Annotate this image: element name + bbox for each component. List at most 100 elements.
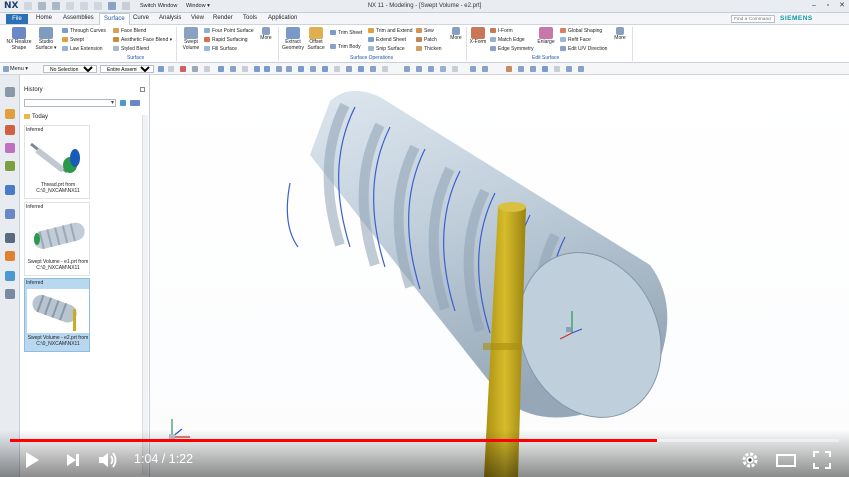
section-view-icon[interactable] (470, 66, 476, 72)
history-item-selected[interactable]: Inferred Swept Volume - e2.prt from C:\0_… (24, 278, 90, 352)
system-scenes-icon[interactable] (5, 289, 15, 299)
graphics-viewport[interactable] (150, 75, 849, 477)
history-item[interactable]: Inferred Swept Volume - e1.prt from C:\0_… (24, 202, 90, 276)
render-style-icon[interactable] (452, 66, 458, 72)
orient-view-icon[interactable] (440, 66, 446, 72)
x-form-button[interactable]: X-Form (469, 27, 487, 46)
swept-button[interactable]: Swept (62, 37, 84, 43)
snap-quadrant-icon[interactable] (346, 66, 352, 72)
fullscreen-icon[interactable] (812, 450, 832, 470)
fill-surface-button[interactable]: Fill Surface (204, 46, 237, 52)
extend-sheet-button[interactable]: Extend Sheet (368, 37, 406, 43)
layer-icon[interactable] (482, 66, 488, 72)
trim-body-button[interactable]: Trim Body (330, 44, 361, 50)
tab-assemblies[interactable]: Assemblies (63, 15, 94, 21)
i-form-button[interactable]: I-Form (490, 28, 513, 34)
file-tab[interactable]: File (6, 14, 28, 24)
aesthetic-face-blend-button[interactable]: Aesthetic Face Blend ▾ (113, 37, 172, 43)
law-extension-button[interactable]: Law Extension (62, 46, 103, 52)
video-progress-bar[interactable] (10, 439, 839, 442)
roles-icon[interactable] (5, 271, 15, 281)
view-mode-icon[interactable] (130, 100, 140, 106)
enlarge-button[interactable]: Enlarge (536, 27, 556, 46)
wcs-icon[interactable] (230, 66, 236, 72)
selection-filter-select[interactable]: No Selection Filter (43, 65, 97, 73)
snap-center-icon[interactable] (334, 66, 340, 72)
more-edit-surface-button[interactable]: More (612, 27, 628, 42)
history-filter-select[interactable] (24, 99, 116, 107)
menu-button[interactable]: Menu ▾ (10, 66, 28, 72)
show-hide-icon[interactable] (506, 66, 512, 72)
studio-surface-button[interactable]: Studio Surface ▾ (34, 27, 58, 51)
global-shaping-button[interactable]: Global Shaping (560, 28, 602, 34)
minimize-button[interactable]: – (808, 1, 820, 11)
maximize-button[interactable]: ▫ (822, 1, 834, 11)
extract-geometry-button[interactable]: Extract Geometry (281, 27, 305, 51)
tab-application[interactable]: Application (268, 15, 297, 21)
snap-face-icon[interactable] (370, 66, 376, 72)
nx-realize-shape-button[interactable]: NX Realize Shape (6, 27, 32, 51)
snap-curve-icon[interactable] (286, 66, 292, 72)
analysis-icon[interactable] (566, 66, 572, 72)
select-all-icon[interactable] (168, 66, 174, 72)
find-command-input[interactable] (731, 15, 775, 23)
history-scrollbar[interactable] (142, 115, 148, 475)
point-icon[interactable] (242, 66, 248, 72)
process-studio-icon[interactable] (5, 251, 15, 261)
refresh-icon[interactable] (120, 100, 126, 106)
snap-icon[interactable] (192, 66, 198, 72)
edge-symmetry-button[interactable]: Edge Symmetry (490, 46, 534, 52)
curve-rule-icon[interactable] (204, 66, 210, 72)
tab-surface[interactable]: Surface (99, 13, 130, 25)
settings-gear-icon[interactable] (740, 450, 760, 470)
face-blend-button[interactable]: Face Blend (113, 28, 146, 34)
more-surface-button[interactable]: More (258, 27, 274, 42)
history-close-icon[interactable] (140, 87, 145, 92)
theater-mode-icon[interactable] (775, 450, 797, 470)
next-icon[interactable] (64, 450, 82, 470)
history-group-today[interactable]: Today (24, 114, 48, 120)
patch-button[interactable]: Patch (416, 37, 437, 43)
hd3d-tools-icon[interactable] (5, 185, 15, 195)
reuse-library-icon[interactable] (5, 161, 15, 171)
move-object-icon[interactable] (542, 66, 548, 72)
work-layer-icon[interactable] (518, 66, 524, 72)
history-clock-icon[interactable] (5, 233, 15, 243)
snap-arc-icon[interactable] (298, 66, 304, 72)
volume-icon[interactable] (97, 450, 119, 470)
tab-tools[interactable]: Tools (243, 15, 257, 21)
refit-face-button[interactable]: Refit Face (560, 37, 591, 43)
trim-and-extend-button[interactable]: Trim and Extend (368, 28, 413, 34)
snap-intersection-icon[interactable] (358, 66, 364, 72)
part-navigator-icon[interactable] (5, 109, 15, 119)
measure-icon[interactable] (554, 66, 560, 72)
sew-button[interactable]: Sew (416, 28, 434, 34)
four-point-surface-button[interactable]: Four Point Surface (204, 28, 254, 34)
snap-line-icon[interactable] (276, 66, 282, 72)
snap-endpoint-icon[interactable] (254, 66, 260, 72)
thicken-button[interactable]: Thicken (416, 46, 442, 52)
snap-bounded-icon[interactable] (382, 66, 388, 72)
save-view-icon[interactable] (578, 66, 584, 72)
play-icon[interactable] (22, 450, 42, 470)
deselect-icon[interactable] (180, 66, 186, 72)
constraint-navigator-icon[interactable] (5, 143, 15, 153)
web-browser-icon[interactable] (5, 209, 15, 219)
close-button[interactable]: ✕ (836, 1, 848, 11)
edit-uv-direction-button[interactable]: Edit U/V Direction (560, 46, 607, 52)
selection-scope-select[interactable]: Entire Assembly (100, 65, 154, 73)
rotate-icon[interactable] (428, 66, 434, 72)
wcs-orient-icon[interactable] (530, 66, 536, 72)
tab-view[interactable]: View (191, 15, 204, 21)
tab-render[interactable]: Render (213, 15, 233, 21)
through-curves-button[interactable]: Through Curves (62, 28, 106, 34)
offset-surface-button[interactable]: Offset Surface (306, 27, 326, 51)
rapid-surfacing-button[interactable]: Rapid Surfacing (204, 37, 248, 43)
snap-tangent-icon[interactable] (322, 66, 328, 72)
tab-home[interactable]: Home (36, 15, 52, 21)
snap-midpoint-icon[interactable] (264, 66, 270, 72)
gear-icon[interactable] (5, 87, 15, 97)
match-edge-button[interactable]: Match Edge (490, 37, 525, 43)
snip-surface-button[interactable]: Snip Surface (368, 46, 405, 52)
more-surface-operations-button[interactable]: More (448, 27, 464, 42)
